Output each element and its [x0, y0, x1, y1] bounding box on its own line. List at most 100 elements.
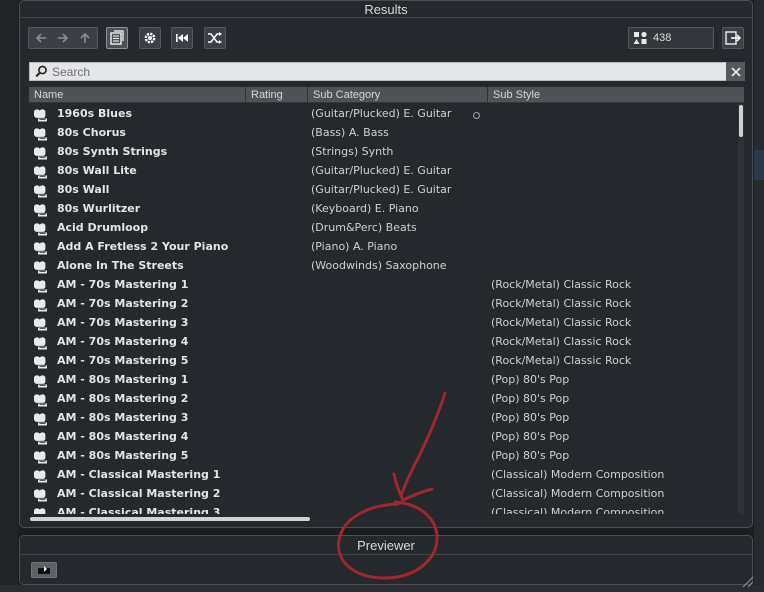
result-row[interactable]: AM - Classical Mastering 3 (Classical) Mo…	[29, 503, 737, 514]
result-sub-style: (Rock/Metal) Classic Rock	[491, 335, 632, 348]
result-sub-style: (Classical) Modern Composition	[491, 506, 665, 514]
result-row[interactable]: 80s Wurlitzer (Keyboard) E. Piano	[29, 199, 737, 218]
previewer-panel: Previewer	[19, 535, 753, 585]
horizontal-scrollbar[interactable]	[29, 516, 737, 522]
result-row[interactable]: AM - 70s Mastering 5 (Rock/Metal) Classic…	[29, 351, 737, 370]
results-count-display: 438	[628, 27, 714, 49]
result-sub-category: (Guitar/Plucked) E. Guitar	[311, 183, 452, 196]
rewind-to-start-button[interactable]	[171, 27, 193, 49]
result-name: AM - 80s Mastering 2	[57, 392, 189, 405]
vertical-scrollbar-thumb[interactable]	[739, 105, 743, 137]
result-sub-category: (Guitar/Plucked) E. Guitar	[311, 107, 452, 120]
result-sub-style: (Rock/Metal) Classic Rock	[491, 278, 632, 291]
result-sub-style: (Pop) 80's Pop	[491, 411, 570, 424]
results-list: 1960s Blues (Guitar/Plucked) E. Guitar 80s…	[29, 104, 737, 514]
result-name: Add A Fretless 2 Your Piano	[57, 240, 229, 253]
column-header-rating[interactable]: Rating	[246, 87, 308, 103]
result-sub-style: (Rock/Metal) Classic Rock	[491, 316, 632, 329]
list-view-toggle-button[interactable]	[106, 27, 128, 49]
result-name: AM - Classical Mastering 1	[57, 468, 221, 481]
navigation-group	[28, 27, 98, 49]
column-header-sub-style[interactable]: Sub Style	[488, 87, 744, 103]
result-sub-category: (Strings) Synth	[311, 145, 394, 158]
result-row[interactable]: AM - 80s Mastering 1 (Pop) 80's Pop	[29, 370, 737, 389]
result-name: AM - 80s Mastering 1	[57, 373, 189, 386]
result-sub-category: (Keyboard) E. Piano	[311, 202, 419, 215]
result-name: AM - 70s Mastering 1	[57, 278, 189, 291]
search-icon	[35, 65, 47, 78]
result-sub-category: (Piano) A. Piano	[311, 240, 398, 253]
result-row[interactable]: 80s Wall (Guitar/Plucked) E. Guitar	[29, 180, 737, 199]
result-sub-category: (Woodwinds) Saxophone	[311, 259, 447, 272]
shuffle-icon	[208, 32, 222, 44]
result-row[interactable]: AM - 70s Mastering 2 (Rock/Metal) Classic…	[29, 294, 737, 313]
results-count: 438	[653, 32, 672, 44]
result-sub-category: (Guitar/Plucked) E. Guitar	[311, 164, 452, 177]
result-sub-style: (Rock/Metal) Classic Rock	[491, 297, 632, 310]
result-name: 80s Wurlitzer	[57, 202, 141, 215]
result-row[interactable]: AM - 80s Mastering 4 (Pop) 80's Pop	[29, 427, 737, 446]
result-name: AM - 70s Mastering 2	[57, 297, 189, 310]
forward-arrow-icon[interactable]	[52, 28, 74, 48]
result-row[interactable]: Alone In The Streets (Woodwinds) Saxophon…	[29, 256, 737, 275]
result-row[interactable]: 80s Synth Strings (Strings) Synth	[29, 142, 737, 161]
search-bar	[29, 62, 744, 81]
result-sub-style: (Pop) 80's Pop	[491, 449, 570, 462]
result-row[interactable]: 1960s Blues (Guitar/Plucked) E. Guitar	[29, 104, 737, 123]
gear-icon	[144, 32, 156, 44]
shuffle-button[interactable]	[204, 27, 226, 49]
horizontal-scrollbar-thumb[interactable]	[30, 517, 310, 521]
column-header-name[interactable]: Name	[29, 87, 246, 103]
vertical-scrollbar[interactable]	[738, 104, 744, 514]
result-row[interactable]: AM - 80s Mastering 5 (Pop) 80's Pop	[29, 446, 737, 465]
result-name: Acid Drumloop	[57, 221, 149, 234]
skip-back-icon	[176, 34, 188, 42]
result-row[interactable]: AM - Classical Mastering 2 (Classical) Mo…	[29, 484, 737, 503]
auto-preview-icon	[38, 566, 50, 574]
result-name: AM - 70s Mastering 5	[57, 354, 189, 367]
clear-search-button[interactable]	[726, 62, 745, 81]
result-name: 80s Wall	[57, 183, 110, 196]
result-row[interactable]: Acid Drumloop (Drum&Perc) Beats	[29, 218, 737, 237]
result-name: AM - 80s Mastering 5	[57, 449, 189, 462]
up-arrow-icon[interactable]	[74, 28, 96, 48]
result-row[interactable]: AM - 70s Mastering 3 (Rock/Metal) Classic…	[29, 313, 737, 332]
column-header-sub-category[interactable]: Sub Category	[308, 87, 488, 103]
result-row[interactable]: AM - 80s Mastering 3 (Pop) 80's Pop	[29, 408, 737, 427]
background-left-strip	[0, 0, 18, 592]
back-arrow-icon[interactable]	[30, 28, 52, 48]
result-sub-style: (Rock/Metal) Classic Rock	[491, 354, 632, 367]
media-browser-window: Results 438 Search Name Rating Sub Categ…	[0, 0, 764, 592]
preset-icon	[32, 506, 48, 514]
background-right-strip	[754, 0, 764, 592]
background-bottom-strip	[0, 585, 764, 592]
result-name: 80s Synth Strings	[57, 145, 168, 158]
result-name: AM - 70s Mastering 3	[57, 316, 189, 329]
results-panel: Results 438 Search Name Rating Sub Categ…	[19, 0, 753, 528]
result-name: 1960s Blues	[57, 107, 132, 120]
result-row[interactable]: AM - 70s Mastering 4 (Rock/Metal) Classic…	[29, 332, 737, 351]
result-name: AM - 80s Mastering 4	[57, 430, 189, 443]
export-icon	[725, 31, 741, 45]
result-name: Alone In The Streets	[57, 259, 184, 272]
close-icon	[730, 66, 741, 77]
list-view-icon	[110, 30, 124, 45]
preview-mode-button[interactable]	[31, 562, 57, 578]
result-row[interactable]: 80s Wall Lite (Guitar/Plucked) E. Guitar	[29, 161, 737, 180]
result-sub-category: (Bass) A. Bass	[311, 126, 389, 139]
result-row[interactable]: AM - 80s Mastering 2 (Pop) 80's Pop	[29, 389, 737, 408]
search-input[interactable]	[52, 63, 712, 80]
result-sub-style: (Pop) 80's Pop	[491, 430, 570, 443]
result-row[interactable]: Add A Fretless 2 Your Piano (Piano) A. Pi…	[29, 237, 737, 256]
resize-grip-icon[interactable]	[738, 572, 754, 588]
settings-button[interactable]	[139, 27, 161, 49]
result-sub-style: (Classical) Modern Composition	[491, 468, 665, 481]
result-row[interactable]: 80s Chorus (Bass) A. Bass	[29, 123, 737, 142]
export-results-button[interactable]	[722, 27, 744, 49]
result-row[interactable]: AM - 70s Mastering 1 (Rock/Metal) Classic…	[29, 275, 737, 294]
mouse-cursor-indicator	[473, 112, 480, 119]
result-name: AM - Classical Mastering 2	[57, 487, 221, 500]
result-name: AM - Classical Mastering 3	[57, 506, 221, 514]
result-row[interactable]: AM - Classical Mastering 1 (Classical) Mo…	[29, 465, 737, 484]
result-name: 80s Chorus	[57, 126, 126, 139]
